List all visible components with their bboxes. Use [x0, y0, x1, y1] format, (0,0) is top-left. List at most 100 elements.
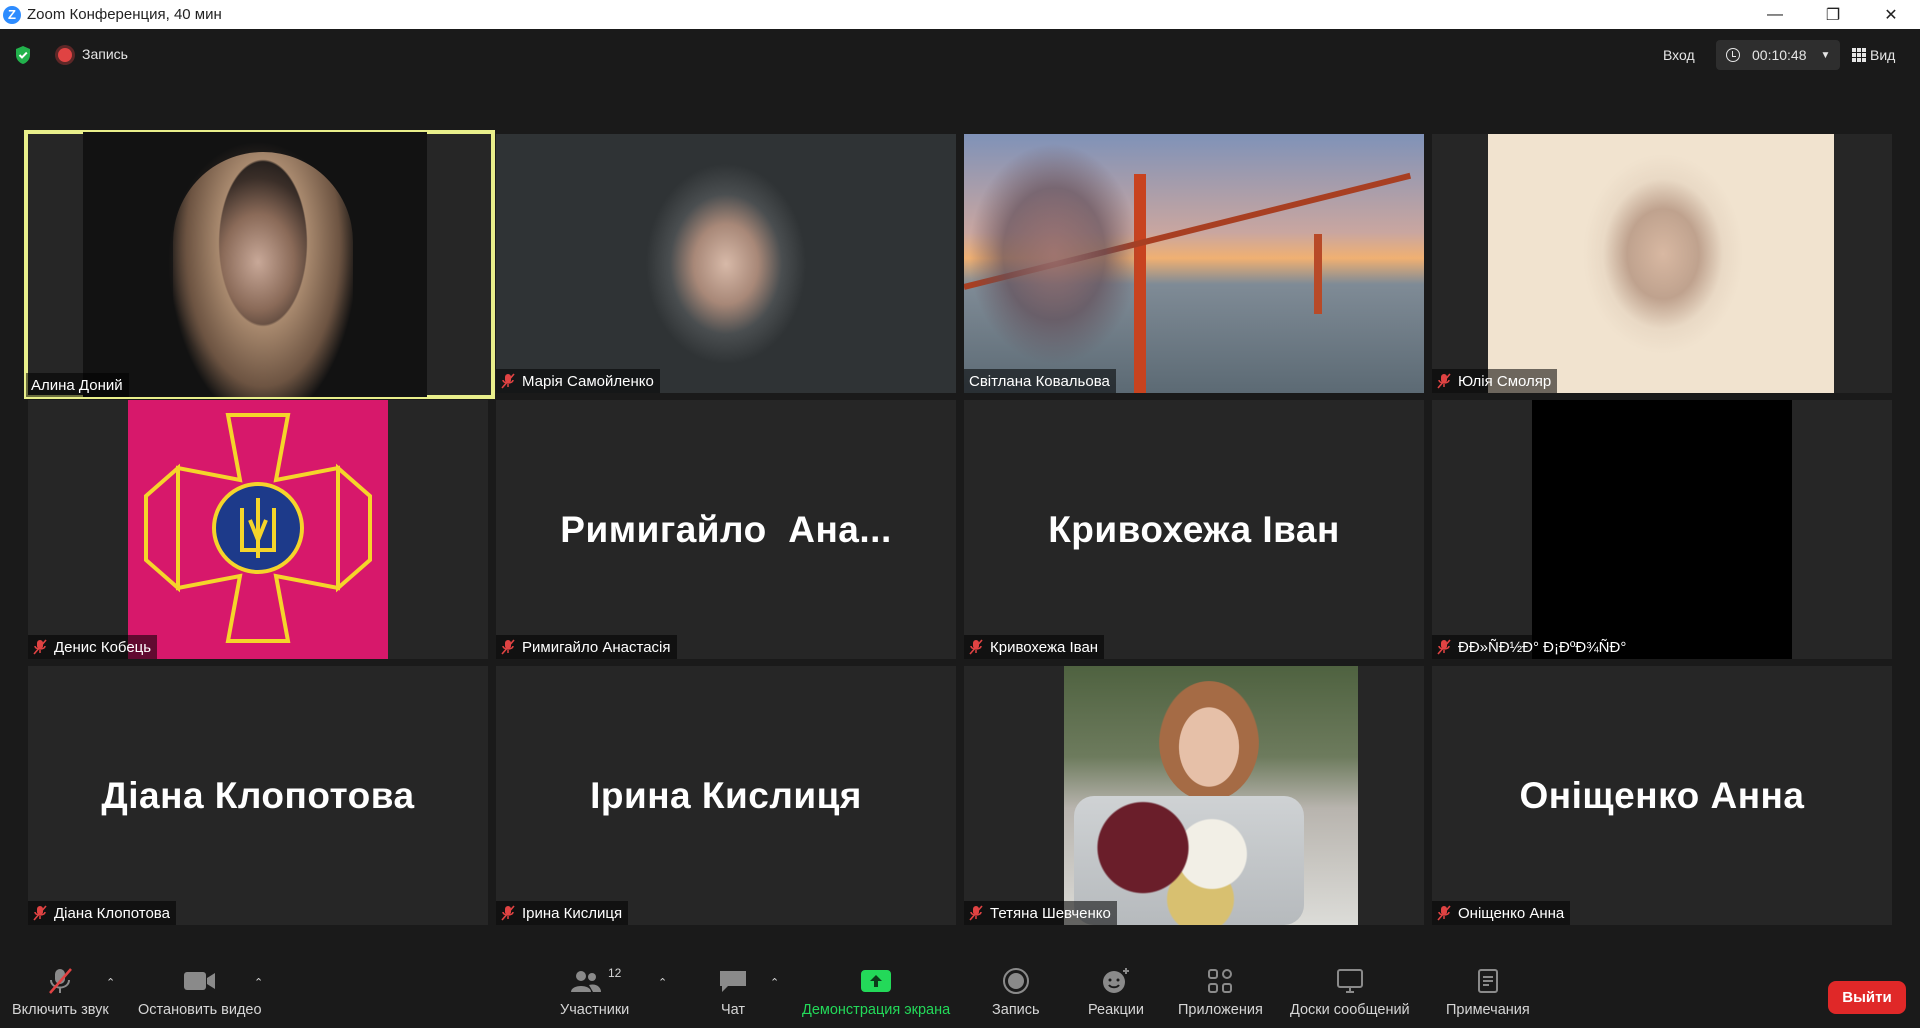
participant-name: ÐÐ»ÑÐ½Ð° Ð¡ÐºÐ¾ÑÐ° [1458, 638, 1627, 656]
participant-name: Марія Самойленко [522, 372, 654, 390]
participant-name: Тетяна Шевченко [990, 904, 1111, 922]
participant-tile-garbled[interactable]: ÐÐ»ÑÐ½Ð° Ð¡ÐºÐ¾ÑÐ° [1432, 400, 1892, 659]
participant-tile-diana[interactable]: Діана Клопотова Діана Клопотова [28, 666, 488, 925]
record-button[interactable]: Запись [992, 966, 1040, 1018]
zoom-logo-icon: Z [3, 5, 21, 24]
participant-tile-tetiana[interactable]: Тетяна Шевченко [964, 666, 1424, 925]
stop-video-label: Остановить видео [138, 1002, 262, 1018]
participant-big-name: Римигайло Ана... [560, 508, 892, 550]
participant-name: Світлана Ковальова [969, 372, 1110, 390]
participant-name-tag: Тетяна Шевченко [964, 901, 1117, 925]
window-controls: — ❐ ✕ [1746, 0, 1920, 29]
participant-name-tag: Оніщенко Анна [1432, 901, 1571, 925]
participant-big-name: Діана Клопотова [101, 774, 415, 816]
mic-muted-icon [501, 639, 515, 655]
clock-icon [1726, 48, 1740, 62]
participant-tile-yulia[interactable]: Юлія Смоляр [1432, 134, 1892, 393]
participant-tile-maria[interactable]: Марія Самойленко [496, 134, 956, 393]
smiley-plus-icon [1101, 966, 1131, 996]
participant-tile-svitlana[interactable]: Світлана Ковальова [964, 134, 1424, 393]
reactions-button[interactable]: Реакции [1088, 966, 1144, 1018]
meeting-timer[interactable]: 00:10:48 ▼ [1716, 40, 1840, 70]
participant-tile-onishchenko[interactable]: Оніщенко Анна Оніщенко Анна [1432, 666, 1892, 925]
audio-options-chevron-icon[interactable]: ⌃ [106, 976, 115, 989]
reactions-label: Реакции [1088, 1002, 1145, 1018]
chevron-down-icon: ▼ [1820, 49, 1831, 61]
participant-name-tag: Кривохежа Іван [964, 635, 1105, 659]
meeting-info-bar: Запись Вход 00:10:48 ▼ Вид [0, 29, 1920, 79]
participant-name-tag: Діана Клопотова [28, 901, 176, 925]
participants-icon: 12 [568, 966, 621, 996]
notes-label: Примечания [1446, 1002, 1530, 1018]
close-button[interactable]: ✕ [1862, 0, 1920, 29]
participant-emblem [128, 400, 388, 659]
leave-button[interactable]: Выйти [1828, 981, 1906, 1014]
apps-label: Приложения [1178, 1002, 1263, 1018]
participant-name-tag: Денис Кобець [28, 635, 158, 659]
mic-muted-icon [45, 966, 75, 996]
participant-name: Діана Клопотова [54, 904, 170, 922]
participant-name: Оніщенко Анна [1458, 904, 1565, 922]
apps-icon [1207, 966, 1233, 996]
mic-muted-icon [501, 373, 515, 389]
chat-options-chevron-icon[interactable]: ⌃ [770, 976, 779, 989]
participant-name-tag: Юлія Смоляр [1432, 369, 1558, 393]
mic-muted-icon [33, 905, 47, 921]
whiteboards-label: Доски сообщений [1290, 1002, 1410, 1018]
share-screen-label: Демонстрация экрана [802, 1002, 951, 1018]
participant-big-name: Кривохежа Іван [1048, 508, 1340, 550]
participants-label: Участники [560, 1002, 630, 1018]
whiteboards-button[interactable]: Доски сообщений [1290, 966, 1410, 1018]
video-options-chevron-icon[interactable]: ⌃ [254, 976, 263, 989]
notes-button[interactable]: Примечания [1446, 966, 1530, 1018]
meeting-toolbar: Включить звук ⌃ Остановить видео ⌃ 12 Уч… [0, 948, 1920, 1028]
mic-muted-icon [1437, 373, 1451, 389]
participant-tile-denys[interactable]: Денис Кобець [28, 400, 488, 659]
participant-name-tag: Алина Доний [26, 373, 129, 397]
participant-tile-rymyhailo[interactable]: Римигайло Ана... Римигайло Анастасія [496, 400, 956, 659]
restore-button[interactable]: ❐ [1804, 0, 1862, 29]
participant-video [1532, 400, 1792, 659]
participant-tile-kryvokhezha[interactable]: Кривохежа Іван Кривохежа Іван [964, 400, 1424, 659]
recording-label[interactable]: Запись [82, 46, 128, 62]
mic-muted-icon [33, 639, 47, 655]
participant-name: Кривохежа Іван [990, 638, 1099, 656]
minimize-button[interactable]: — [1746, 0, 1804, 29]
participant-name-tag: Марія Самойленко [496, 369, 660, 393]
mic-muted-icon [1437, 905, 1451, 921]
participant-name: Ірина Кислиця [522, 904, 623, 922]
army-cross-emblem-icon [144, 413, 372, 643]
timer-value: 00:10:48 [1752, 47, 1807, 63]
share-screen-button[interactable]: Демонстрация экрана [802, 966, 950, 1018]
participants-count: 12 [607, 966, 622, 980]
notes-icon [1476, 966, 1500, 996]
view-button[interactable]: Вид [1852, 40, 1895, 70]
apps-button[interactable]: Приложения [1178, 966, 1263, 1018]
participant-name-tag: Римигайло Анастасія [496, 635, 677, 659]
participant-tile-iryna[interactable]: Ірина Кислиця Ірина Кислиця [496, 666, 956, 925]
chat-button[interactable]: Чат [718, 966, 748, 1018]
participant-video [496, 134, 956, 393]
participant-name-tag: Ірина Кислиця [496, 901, 629, 925]
participant-video [1488, 134, 1834, 393]
mic-muted-icon [969, 639, 983, 655]
chat-bubble-icon [718, 966, 748, 996]
record-label: Запись [992, 1002, 1040, 1018]
unmute-button[interactable]: Включить звук [12, 966, 109, 1018]
participants-button[interactable]: 12 Участники [560, 966, 629, 1018]
participant-name: Юлія Смоляр [1458, 372, 1552, 390]
share-screen-icon [860, 966, 892, 996]
participant-big-name: Ірина Кислиця [590, 774, 862, 816]
shield-check-icon[interactable] [14, 45, 32, 65]
stop-video-button[interactable]: Остановить видео [138, 966, 262, 1018]
participant-video [964, 134, 1424, 393]
window-titlebar: Z Zoom Конференция, 40 мин — ❐ ✕ [0, 0, 1920, 29]
participant-big-name: Оніщенко Анна [1519, 774, 1805, 816]
whiteboard-icon [1336, 966, 1364, 996]
participant-video [1064, 666, 1358, 925]
video-camera-icon [183, 966, 217, 996]
participants-options-chevron-icon[interactable]: ⌃ [658, 976, 667, 989]
grid-view-icon [1852, 48, 1866, 62]
enter-button[interactable]: Вход [1651, 40, 1707, 70]
participant-tile-alina[interactable]: Алина Доний [24, 130, 495, 399]
